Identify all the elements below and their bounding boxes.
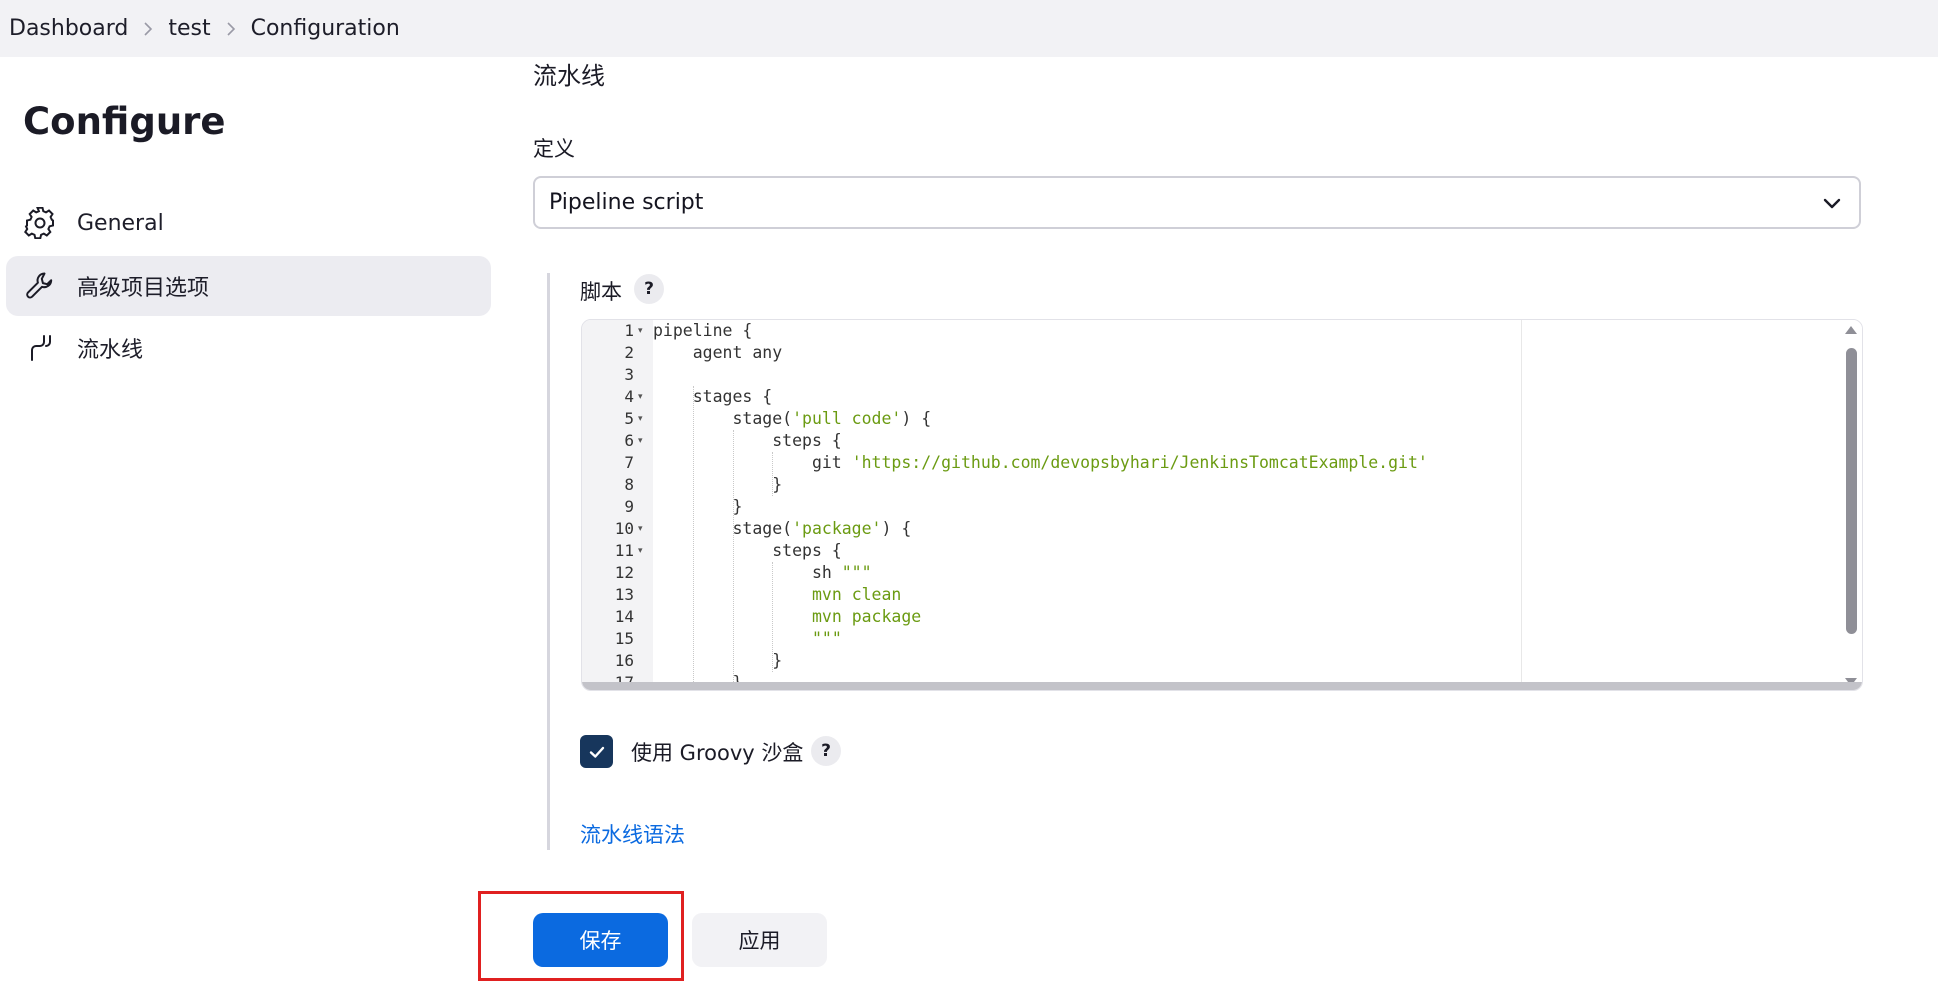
line-number: 3 — [624, 365, 634, 384]
line-number: 11 — [614, 541, 634, 560]
code-line: } — [653, 497, 743, 516]
line-number: 9 — [624, 497, 634, 516]
print-margin — [1521, 320, 1522, 690]
code-line: """ — [811, 629, 842, 648]
code-line: } — [653, 651, 783, 670]
code-line: mvn clean — [811, 585, 902, 604]
fold-toggle-icon[interactable]: ▾ — [638, 430, 648, 452]
gear-icon — [23, 206, 57, 240]
line-number: 5 — [624, 409, 634, 428]
indent-guide — [692, 386, 695, 690]
line-number: 15 — [614, 629, 634, 648]
code-line: steps { — [653, 541, 842, 560]
line-number: 10 — [614, 519, 634, 538]
line-number: 13 — [614, 585, 634, 604]
editor-gutter: 1▾234▾5▾6▾78910▾11▾121314151617 — [582, 320, 653, 690]
editor-horizontal-scrollbar[interactable] — [582, 682, 1862, 690]
line-number: 4 — [624, 387, 634, 406]
line-number: 6 — [624, 431, 634, 450]
editor-vertical-scrollbar[interactable] — [1842, 320, 1862, 690]
definition-value: Pipeline script — [549, 190, 704, 215]
code-line: agent any — [653, 343, 783, 362]
sidebar-item-pipeline[interactable]: 流水线 — [6, 318, 491, 378]
indent-guide — [732, 430, 735, 690]
chevron-right-icon — [211, 21, 251, 36]
line-number: 1 — [624, 321, 634, 340]
scroll-up-icon[interactable] — [1845, 326, 1857, 334]
code-line: steps { — [653, 431, 842, 450]
sidebar-item-label: General — [77, 210, 164, 236]
definition-label: 定义 — [533, 137, 575, 161]
indent-guide — [772, 562, 774, 672]
groovy-sandbox-label[interactable]: 使用 Groovy 沙盒 — [631, 737, 803, 767]
line-number: 12 — [614, 563, 634, 582]
groovy-sandbox-checkbox[interactable] — [580, 735, 613, 768]
fold-toggle-icon[interactable]: ▾ — [638, 408, 648, 430]
line-number: 16 — [614, 651, 634, 670]
line-number: 14 — [614, 607, 634, 626]
code-line: stage('package') { — [653, 519, 912, 538]
sandbox-help-icon[interactable]: ? — [811, 736, 841, 766]
code-line: stages { — [653, 387, 773, 406]
code-line: git 'https://github.com/devopsbyhari/Jen… — [653, 453, 1428, 472]
code-line: sh """ — [653, 563, 872, 582]
sidebar-item-general[interactable]: General — [6, 193, 491, 253]
line-number: 8 — [624, 475, 634, 494]
code-line: pipeline { — [653, 321, 753, 340]
code-line: } — [653, 475, 783, 494]
page-title: Configure — [23, 100, 226, 143]
chevron-down-icon — [1823, 198, 1841, 209]
pipeline-icon — [23, 331, 57, 365]
pipeline-syntax-link[interactable]: 流水线语法 — [580, 819, 685, 849]
checkmark-icon — [589, 746, 604, 758]
editor-code-area[interactable]: pipeline { agent any stages { stage('pul… — [653, 320, 1862, 690]
sidebar-item-advanced[interactable]: 高级项目选项 — [6, 256, 491, 316]
fold-toggle-icon[interactable]: ▾ — [638, 540, 648, 562]
breadcrumb-test[interactable]: test — [168, 16, 210, 41]
script-label: 脚本 — [580, 280, 622, 304]
breadcrumb-dashboard[interactable]: Dashboard — [9, 16, 128, 41]
breadcrumb: Dashboard test Configuration — [0, 0, 1938, 57]
fold-toggle-icon[interactable]: ▾ — [638, 518, 648, 540]
fold-toggle-icon[interactable]: ▾ — [638, 320, 648, 342]
save-highlight-box — [478, 891, 684, 981]
apply-button[interactable]: 应用 — [692, 913, 827, 967]
definition-select[interactable]: Pipeline script — [533, 176, 1861, 229]
wrench-icon — [23, 269, 57, 303]
breadcrumb-configuration[interactable]: Configuration — [251, 16, 400, 41]
line-number: 7 — [624, 453, 634, 472]
indent-guide — [772, 452, 774, 496]
section-title: 流水线 — [533, 62, 605, 90]
line-number: 2 — [624, 343, 634, 362]
chevron-right-icon — [128, 21, 168, 36]
section-divider — [547, 273, 550, 850]
script-editor[interactable]: 1▾234▾5▾6▾78910▾11▾121314151617 pipeline… — [581, 319, 1863, 691]
scrollbar-thumb[interactable] — [1846, 348, 1857, 634]
script-help-icon[interactable]: ? — [634, 274, 664, 304]
fold-toggle-icon[interactable]: ▾ — [638, 386, 648, 408]
sidebar-item-label: 高级项目选项 — [77, 276, 210, 301]
sidebar-item-label: 流水线 — [77, 338, 144, 363]
